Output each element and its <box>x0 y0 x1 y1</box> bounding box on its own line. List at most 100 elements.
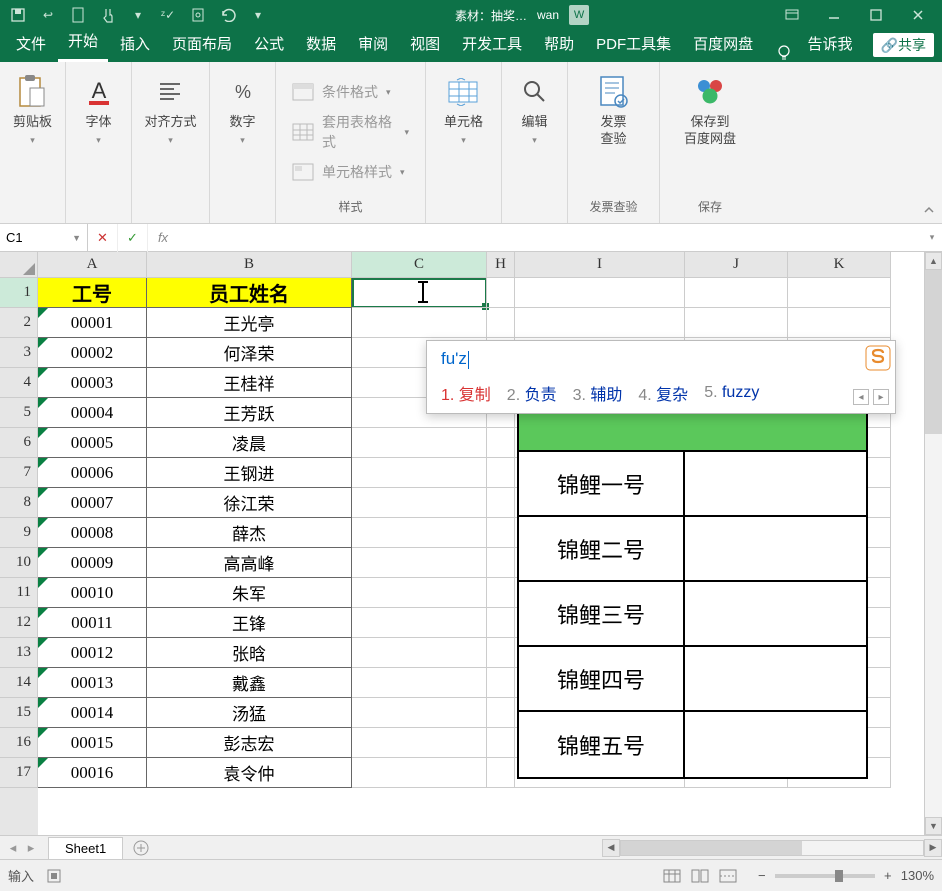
cell[interactable]: 高高峰 <box>147 548 352 578</box>
cell[interactable]: 00011 <box>38 608 147 638</box>
cell[interactable]: 员工姓名 <box>147 278 352 308</box>
row-header-16[interactable]: 16 <box>0 728 38 758</box>
find-icon[interactable] <box>517 74 553 110</box>
cell[interactable]: 袁令仲 <box>147 758 352 788</box>
scroll-right-icon[interactable]: ▶ <box>924 839 942 857</box>
col-header-J[interactable]: J <box>685 252 788 278</box>
cell[interactable]: 彭志宏 <box>147 728 352 758</box>
cell[interactable]: 戴鑫 <box>147 668 352 698</box>
row-header-2[interactable]: 2 <box>0 308 38 338</box>
col-header-C[interactable]: C <box>352 252 487 278</box>
undo-dropdown-icon[interactable]: ▾ <box>244 2 272 28</box>
page-layout-icon[interactable] <box>687 865 713 887</box>
spellcheck-icon[interactable]: ᶻ✓ <box>154 2 182 28</box>
cell[interactable]: 00014 <box>38 698 147 728</box>
tab-help[interactable]: 帮助 <box>534 27 584 62</box>
sheet-nav[interactable]: ◂▸ <box>0 840 44 856</box>
cell[interactable] <box>487 578 515 608</box>
cell[interactable] <box>487 758 515 788</box>
cell[interactable]: 00015 <box>38 728 147 758</box>
cell[interactable] <box>352 308 487 338</box>
row-header-11[interactable]: 11 <box>0 578 38 608</box>
cell[interactable]: 张晗 <box>147 638 352 668</box>
vertical-scrollbar[interactable]: ▲ ▼ <box>924 252 942 835</box>
align-icon[interactable] <box>152 74 188 110</box>
number-icon[interactable]: % <box>225 74 261 110</box>
cell[interactable]: 00003 <box>38 368 147 398</box>
cell[interactable] <box>487 488 515 518</box>
cell[interactable] <box>352 638 487 668</box>
row-header-17[interactable]: 17 <box>0 758 38 788</box>
close-icon[interactable] <box>898 2 938 28</box>
hscroll-thumb[interactable] <box>621 841 802 855</box>
save-icon[interactable] <box>4 2 32 28</box>
cell[interactable] <box>788 278 891 308</box>
lightbulb-icon[interactable] <box>772 44 796 62</box>
name-box[interactable]: C1▼ <box>0 224 88 251</box>
cell[interactable] <box>515 308 685 338</box>
cell[interactable] <box>515 278 685 308</box>
baidu-cloud-icon[interactable] <box>692 74 728 110</box>
cell[interactable] <box>487 728 515 758</box>
cell[interactable]: 00006 <box>38 458 147 488</box>
cell[interactable]: 王桂祥 <box>147 368 352 398</box>
cell[interactable] <box>352 668 487 698</box>
cell[interactable] <box>788 308 891 338</box>
font-icon[interactable]: A <box>81 74 117 110</box>
row-header-4[interactable]: 4 <box>0 368 38 398</box>
row-header-14[interactable]: 14 <box>0 668 38 698</box>
cell[interactable]: 00016 <box>38 758 147 788</box>
tab-review[interactable]: 审阅 <box>348 27 398 62</box>
cell[interactable] <box>352 428 487 458</box>
cells-icon[interactable] <box>445 74 481 110</box>
ime-candidate[interactable]: 4. 复杂 <box>638 381 688 405</box>
cell[interactable] <box>685 278 788 308</box>
cell[interactable]: 00010 <box>38 578 147 608</box>
cell[interactable]: 汤猛 <box>147 698 352 728</box>
cell[interactable] <box>487 548 515 578</box>
cell[interactable]: 王光亭 <box>147 308 352 338</box>
tab-dev[interactable]: 开发工具 <box>452 27 532 62</box>
cell[interactable] <box>487 668 515 698</box>
cancel-icon[interactable]: ✕ <box>88 224 118 252</box>
conditional-format-button[interactable]: 条件格式 ▾ <box>292 82 409 102</box>
tab-data[interactable]: 数据 <box>296 27 346 62</box>
minimize-icon[interactable] <box>814 2 854 28</box>
cell[interactable]: 00002 <box>38 338 147 368</box>
cell[interactable]: 王钢进 <box>147 458 352 488</box>
undo-icon[interactable] <box>214 2 242 28</box>
ime-candidate[interactable]: 2. 负责 <box>507 381 557 405</box>
row-header-12[interactable]: 12 <box>0 608 38 638</box>
tab-formula[interactable]: 公式 <box>244 27 294 62</box>
zoom-level[interactable]: 130% <box>901 868 934 883</box>
cell[interactable]: 00001 <box>38 308 147 338</box>
select-all[interactable] <box>0 252 38 278</box>
cell[interactable]: 00013 <box>38 668 147 698</box>
tab-insert[interactable]: 插入 <box>110 27 160 62</box>
cell[interactable] <box>352 488 487 518</box>
zoom-in-icon[interactable]: + <box>879 867 897 885</box>
tab-home[interactable]: 开始 <box>58 24 108 62</box>
cell[interactable]: 00007 <box>38 488 147 518</box>
cell[interactable] <box>352 608 487 638</box>
cell[interactable]: 薛杰 <box>147 518 352 548</box>
row-header-8[interactable]: 8 <box>0 488 38 518</box>
macro-icon[interactable] <box>46 868 62 884</box>
tab-file[interactable]: 文件 <box>6 27 56 62</box>
cell[interactable]: 王锋 <box>147 608 352 638</box>
scroll-thumb[interactable] <box>925 270 942 434</box>
tab-layout[interactable]: 页面布局 <box>162 27 242 62</box>
cell[interactable] <box>352 698 487 728</box>
share-button[interactable]: 🔗 共享 <box>873 33 934 57</box>
zoom-out-icon[interactable]: − <box>753 867 771 885</box>
ime-prev-icon[interactable]: ◂ <box>853 389 869 405</box>
cell[interactable]: 徐江荣 <box>147 488 352 518</box>
col-header-A[interactable]: A <box>38 252 147 278</box>
cell[interactable] <box>487 518 515 548</box>
cell[interactable] <box>352 278 487 308</box>
cell[interactable]: 00012 <box>38 638 147 668</box>
expand-formula-icon[interactable]: ▾ <box>922 232 942 243</box>
invoice-icon[interactable] <box>596 74 632 110</box>
cell[interactable] <box>487 458 515 488</box>
cell[interactable] <box>487 608 515 638</box>
